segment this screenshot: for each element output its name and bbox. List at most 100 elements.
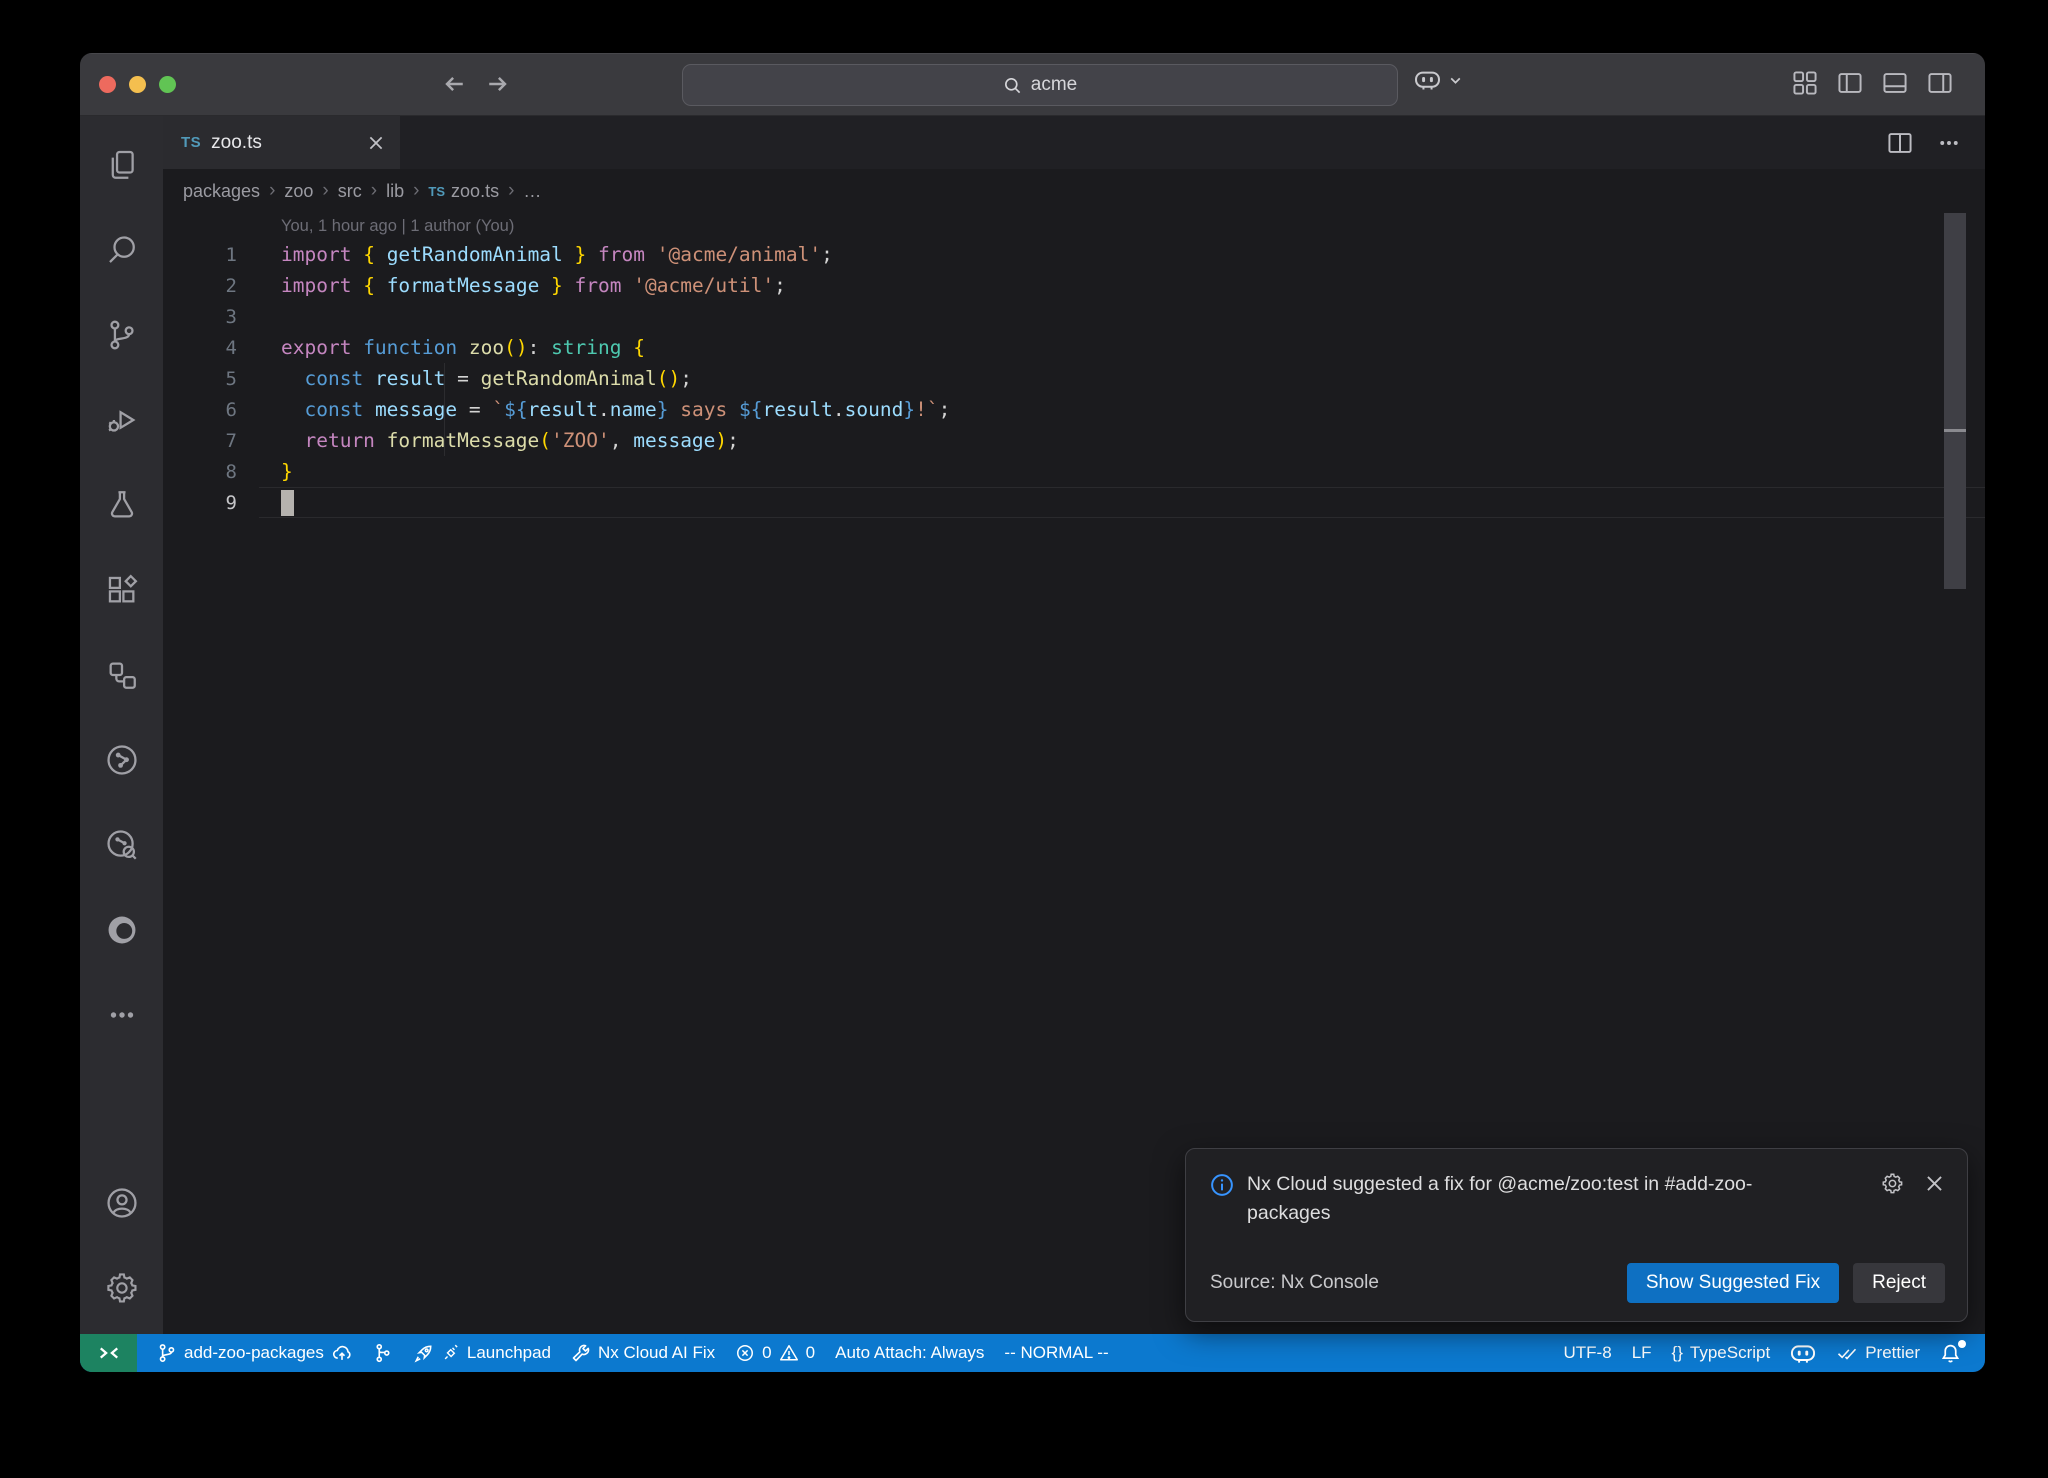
chevron-right-icon: › xyxy=(413,180,419,202)
language-mode-status[interactable]: {} TypeScript xyxy=(1662,1334,1781,1372)
copilot-icon xyxy=(1790,1343,1816,1364)
wrench-icon xyxy=(571,1343,591,1363)
activity-nx-cloud[interactable] xyxy=(98,821,146,869)
prettier-label: Prettier xyxy=(1865,1343,1920,1363)
breadcrumb-item[interactable]: TSzoo.ts xyxy=(428,181,499,202)
copilot-menu-button[interactable] xyxy=(1414,69,1463,91)
close-icon xyxy=(1924,1173,1945,1194)
activity-source-control[interactable] xyxy=(98,311,146,359)
account-button[interactable] xyxy=(98,1179,146,1227)
breadcrumb-item[interactable]: src xyxy=(338,181,362,202)
notification-close-button[interactable] xyxy=(1924,1172,1945,1195)
close-tab-button[interactable] xyxy=(366,133,386,153)
breadcrumb-item[interactable]: lib xyxy=(386,181,404,202)
ellipsis-icon xyxy=(105,998,139,1032)
code-line[interactable]: 6 const message = `${result.name} says $… xyxy=(163,394,1985,425)
split-editor-button[interactable] xyxy=(1887,130,1913,156)
plug-icon xyxy=(441,1344,460,1363)
code-line[interactable]: 9 xyxy=(163,487,1985,518)
code-line[interactable]: 4export function zoo(): string { xyxy=(163,332,1985,363)
scrollbar[interactable] xyxy=(1944,213,1966,589)
notifications-bell[interactable] xyxy=(1930,1334,1971,1372)
notification-settings-button[interactable] xyxy=(1881,1172,1904,1195)
rocket-icon xyxy=(413,1343,434,1364)
remote-indicator[interactable] xyxy=(80,1334,137,1372)
breadcrumb-item[interactable]: packages xyxy=(183,181,260,202)
notification-message: Nx Cloud suggested a fix for @acme/zoo:t… xyxy=(1247,1170,1800,1228)
code-line[interactable]: 8} xyxy=(163,456,1985,487)
activity-testing[interactable] xyxy=(98,481,146,529)
navigate-back-button[interactable] xyxy=(440,70,468,98)
debug-icon xyxy=(105,403,139,437)
activity-explorer[interactable] xyxy=(98,141,146,189)
nx-cloud-fix-status[interactable]: Nx Cloud AI Fix xyxy=(561,1334,725,1372)
customize-layout-button[interactable] xyxy=(1792,70,1818,96)
account-icon xyxy=(105,1186,139,1220)
close-window-button[interactable] xyxy=(99,76,116,93)
activity-project-graph[interactable] xyxy=(98,651,146,699)
toggle-secondary-sidebar-button[interactable] xyxy=(1927,70,1953,96)
git-branch-icon xyxy=(157,1343,177,1363)
toggle-panel-button[interactable] xyxy=(1882,70,1908,96)
search-icon xyxy=(1003,76,1022,95)
line-number: 7 xyxy=(163,430,237,452)
code-line[interactable]: 2import { formatMessage } from '@acme/ut… xyxy=(163,270,1985,301)
braces-icon: {} xyxy=(1672,1343,1683,1363)
line-number: 6 xyxy=(163,399,237,421)
navigate-forward-button[interactable] xyxy=(484,70,512,98)
reject-button[interactable]: Reject xyxy=(1853,1263,1945,1303)
cloud-upload-icon xyxy=(331,1343,353,1363)
search-value: acme xyxy=(1031,74,1077,96)
notification-toast: Nx Cloud suggested a fix for @acme/zoo:t… xyxy=(1185,1148,1968,1322)
tab-label: zoo.ts xyxy=(211,132,262,154)
prettier-status[interactable]: Prettier xyxy=(1826,1334,1930,1372)
layout-sidebar-right-icon xyxy=(1927,70,1953,96)
activity-run-debug[interactable] xyxy=(98,396,146,444)
vscode-window: acme xyxy=(80,53,1985,1372)
files-icon xyxy=(105,148,139,182)
auto-attach-status[interactable]: Auto Attach: Always xyxy=(825,1334,994,1372)
notification-source: Source: Nx Console xyxy=(1210,1272,1379,1294)
error-count: 0 xyxy=(762,1343,771,1363)
command-center-search[interactable]: acme xyxy=(682,64,1398,106)
code-line[interactable]: 7 return formatMessage('ZOO', message); xyxy=(163,425,1985,456)
git-branch-status[interactable]: add-zoo-packages xyxy=(147,1334,363,1372)
activity-extensions[interactable] xyxy=(98,566,146,614)
activity-nx-console[interactable] xyxy=(98,736,146,784)
launchpad-status[interactable]: Launchpad xyxy=(403,1334,561,1372)
window-controls xyxy=(99,76,176,93)
zoom-window-button[interactable] xyxy=(159,76,176,93)
beaker-icon xyxy=(105,488,139,522)
code-line[interactable]: 5 const result = getRandomAnimal(); xyxy=(163,363,1985,394)
settings-button[interactable] xyxy=(98,1264,146,1312)
arrow-right-icon xyxy=(484,70,512,98)
chevron-right-icon: › xyxy=(322,180,328,202)
show-suggested-fix-button[interactable]: Show Suggested Fix xyxy=(1627,1263,1839,1303)
tab-zoo-ts[interactable]: TS zoo.ts xyxy=(163,116,400,169)
activity-edge-browser[interactable] xyxy=(98,906,146,954)
source-control-graph-status[interactable] xyxy=(363,1334,403,1372)
info-icon xyxy=(1210,1173,1234,1197)
error-icon xyxy=(735,1343,755,1363)
toggle-primary-sidebar-button[interactable] xyxy=(1837,70,1863,96)
encoding-status[interactable]: UTF-8 xyxy=(1554,1334,1622,1372)
code-line[interactable]: 3 xyxy=(163,301,1985,332)
activity-more[interactable] xyxy=(98,991,146,1039)
typescript-file-icon: TS xyxy=(428,184,445,199)
line-number: 3 xyxy=(163,306,237,328)
remote-icon xyxy=(97,1343,121,1363)
activity-search[interactable] xyxy=(98,226,146,274)
activity-bar xyxy=(80,116,163,1334)
extensions-icon xyxy=(105,573,139,607)
indent-guide xyxy=(444,363,445,456)
vim-mode-status[interactable]: -- NORMAL -- xyxy=(994,1334,1118,1372)
breadcrumb-item[interactable]: zoo xyxy=(284,181,313,202)
code-line[interactable]: 1import { getRandomAnimal } from '@acme/… xyxy=(163,239,1985,270)
linked-squares-icon xyxy=(105,658,139,692)
breadcrumb-item[interactable]: … xyxy=(523,181,541,202)
problems-status[interactable]: 0 0 xyxy=(725,1334,825,1372)
more-actions-button[interactable] xyxy=(1937,131,1961,155)
eol-status[interactable]: LF xyxy=(1622,1334,1662,1372)
minimize-window-button[interactable] xyxy=(129,76,146,93)
copilot-status[interactable] xyxy=(1780,1334,1826,1372)
